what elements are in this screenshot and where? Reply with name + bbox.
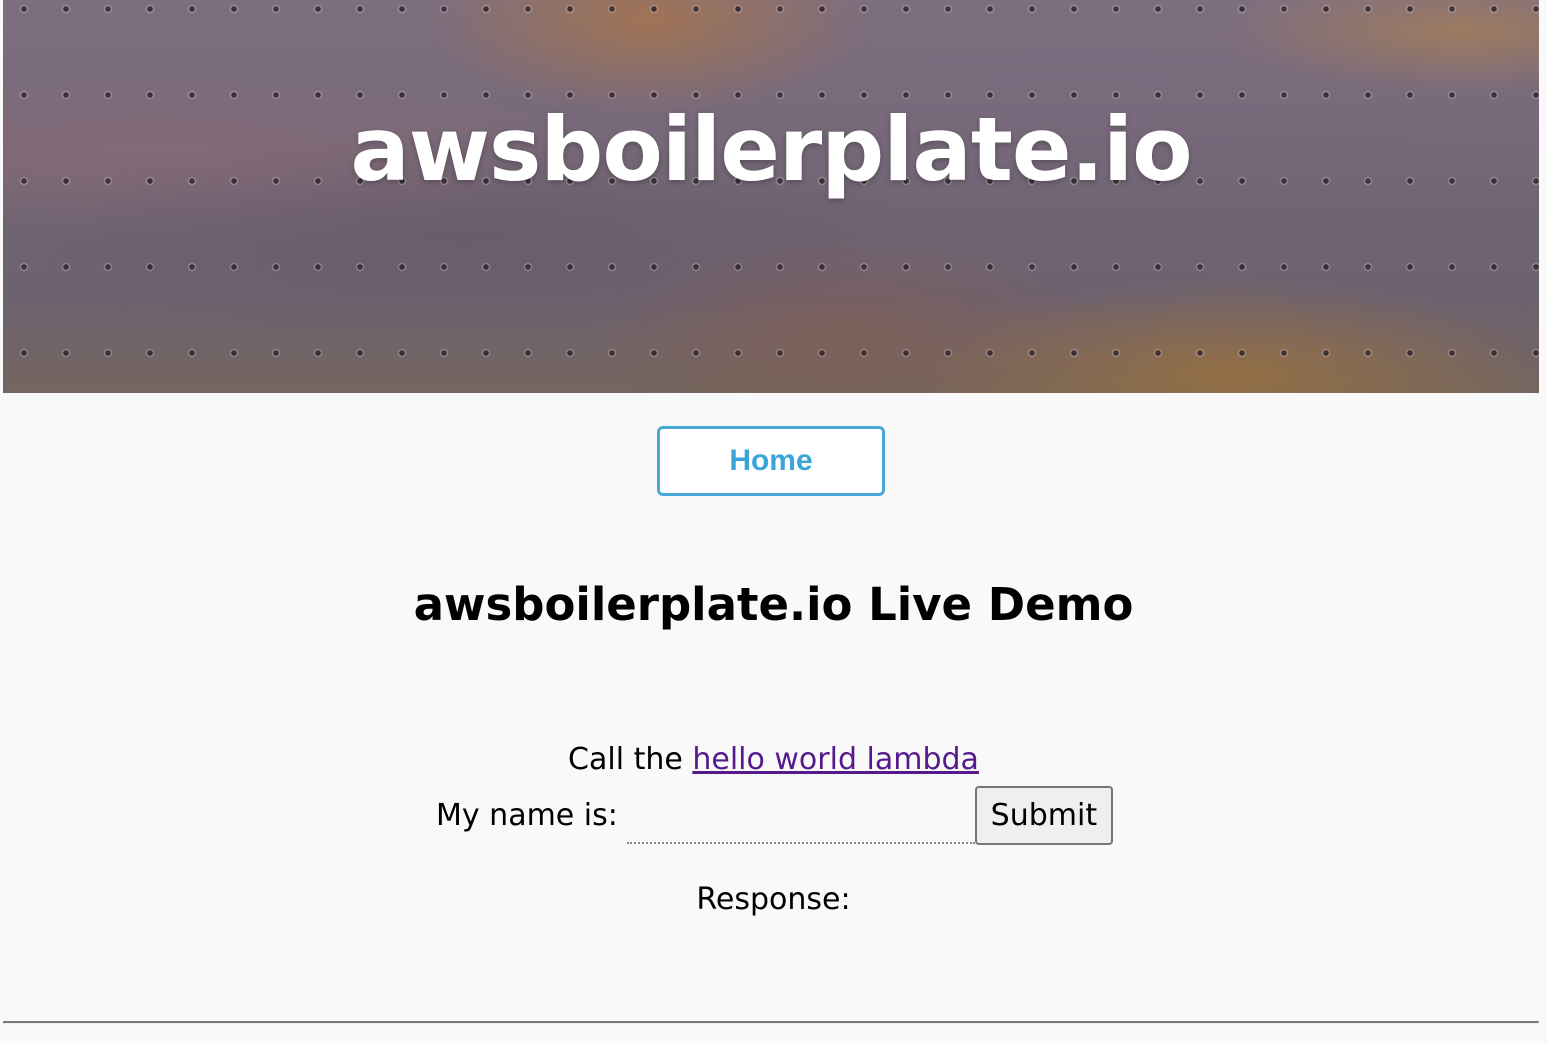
home-button[interactable]: Home [657,426,885,496]
footer-divider [3,1021,1539,1024]
name-input[interactable] [626,787,975,844]
site-title: awsboilerplate.io [350,98,1192,201]
hero-banner: awsboilerplate.io [3,0,1539,393]
name-label: My name is: [436,798,618,833]
submit-button[interactable]: Submit [974,786,1113,845]
call-prefix: Call the [568,742,693,777]
response-label: Response: [696,882,851,917]
name-form: My name is: Submit [436,786,1113,845]
page-title: awsboilerplate.io Live Demo [413,578,1134,631]
call-lambda-text: Call the hello world lambda [0,742,1547,777]
hello-world-lambda-link[interactable]: hello world lambda [692,742,979,777]
